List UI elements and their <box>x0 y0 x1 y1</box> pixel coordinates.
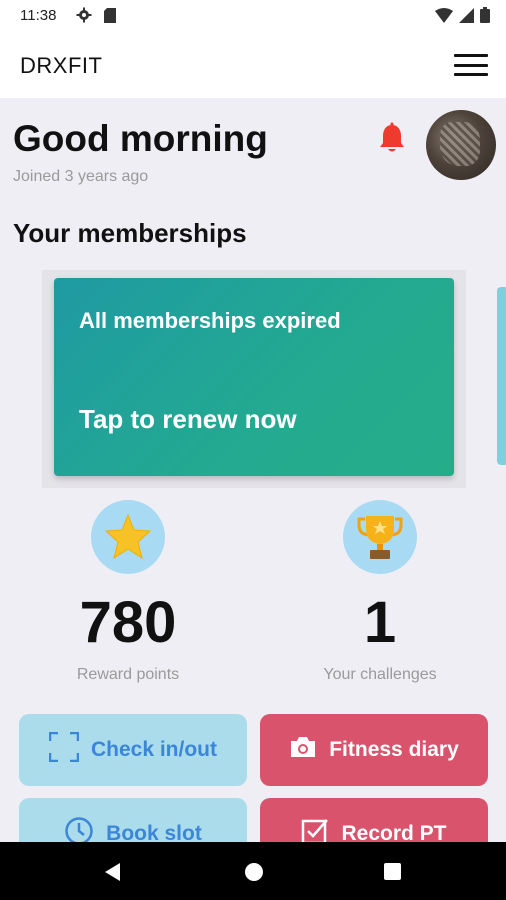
fitness-diary-button[interactable]: Fitness diary <box>260 714 488 786</box>
next-membership-card-peek[interactable] <box>497 287 506 465</box>
renew-link[interactable]: Tap to renew now <box>79 404 297 435</box>
battery-icon <box>480 7 490 28</box>
scan-frame-icon <box>48 731 80 768</box>
memberships-section-title: Your memberships <box>13 218 247 248</box>
joined-subtitle: Joined 3 years ago <box>13 168 149 185</box>
check-in-out-label: Check in/out <box>90 738 217 761</box>
avatar[interactable] <box>426 110 496 180</box>
check-in-out-button[interactable]: Check in/out <box>19 714 247 786</box>
membership-status: All memberships expired <box>79 308 341 333</box>
gear-icon <box>76 7 92 28</box>
wifi-icon <box>435 7 453 28</box>
status-time: 11:38 <box>20 7 57 24</box>
signal-icon <box>459 7 474 28</box>
status-right-icons <box>435 7 490 28</box>
challenges-label: Your challenges <box>323 666 437 683</box>
status-bar: 11:38 <box>0 0 506 32</box>
reward-points-value: 780 <box>79 590 177 655</box>
greeting-title: Good morning <box>13 118 268 159</box>
app-bar: DRXFIT <box>0 32 506 98</box>
system-nav-bar <box>0 842 506 900</box>
hamburger-menu-icon[interactable] <box>454 52 488 78</box>
star-icon <box>91 500 165 574</box>
app-title: DRXFIT <box>20 53 103 78</box>
fitness-diary-label: Fitness diary <box>329 738 459 761</box>
membership-card[interactable]: All memberships expired Tap to renew now <box>54 278 454 476</box>
recents-icon[interactable] <box>384 863 401 880</box>
bell-icon[interactable] <box>377 122 407 159</box>
camera-icon <box>289 735 317 765</box>
trophy-icon <box>343 500 417 574</box>
reward-points-label: Reward points <box>76 666 180 683</box>
challenges-stat[interactable]: 1 Your challenges <box>280 500 480 684</box>
challenges-value: 1 <box>363 590 397 655</box>
reward-points-stat[interactable]: 780 Reward points <box>28 500 228 684</box>
back-icon[interactable] <box>104 862 122 887</box>
sd-card-icon <box>104 8 116 28</box>
home-icon[interactable] <box>245 863 263 881</box>
